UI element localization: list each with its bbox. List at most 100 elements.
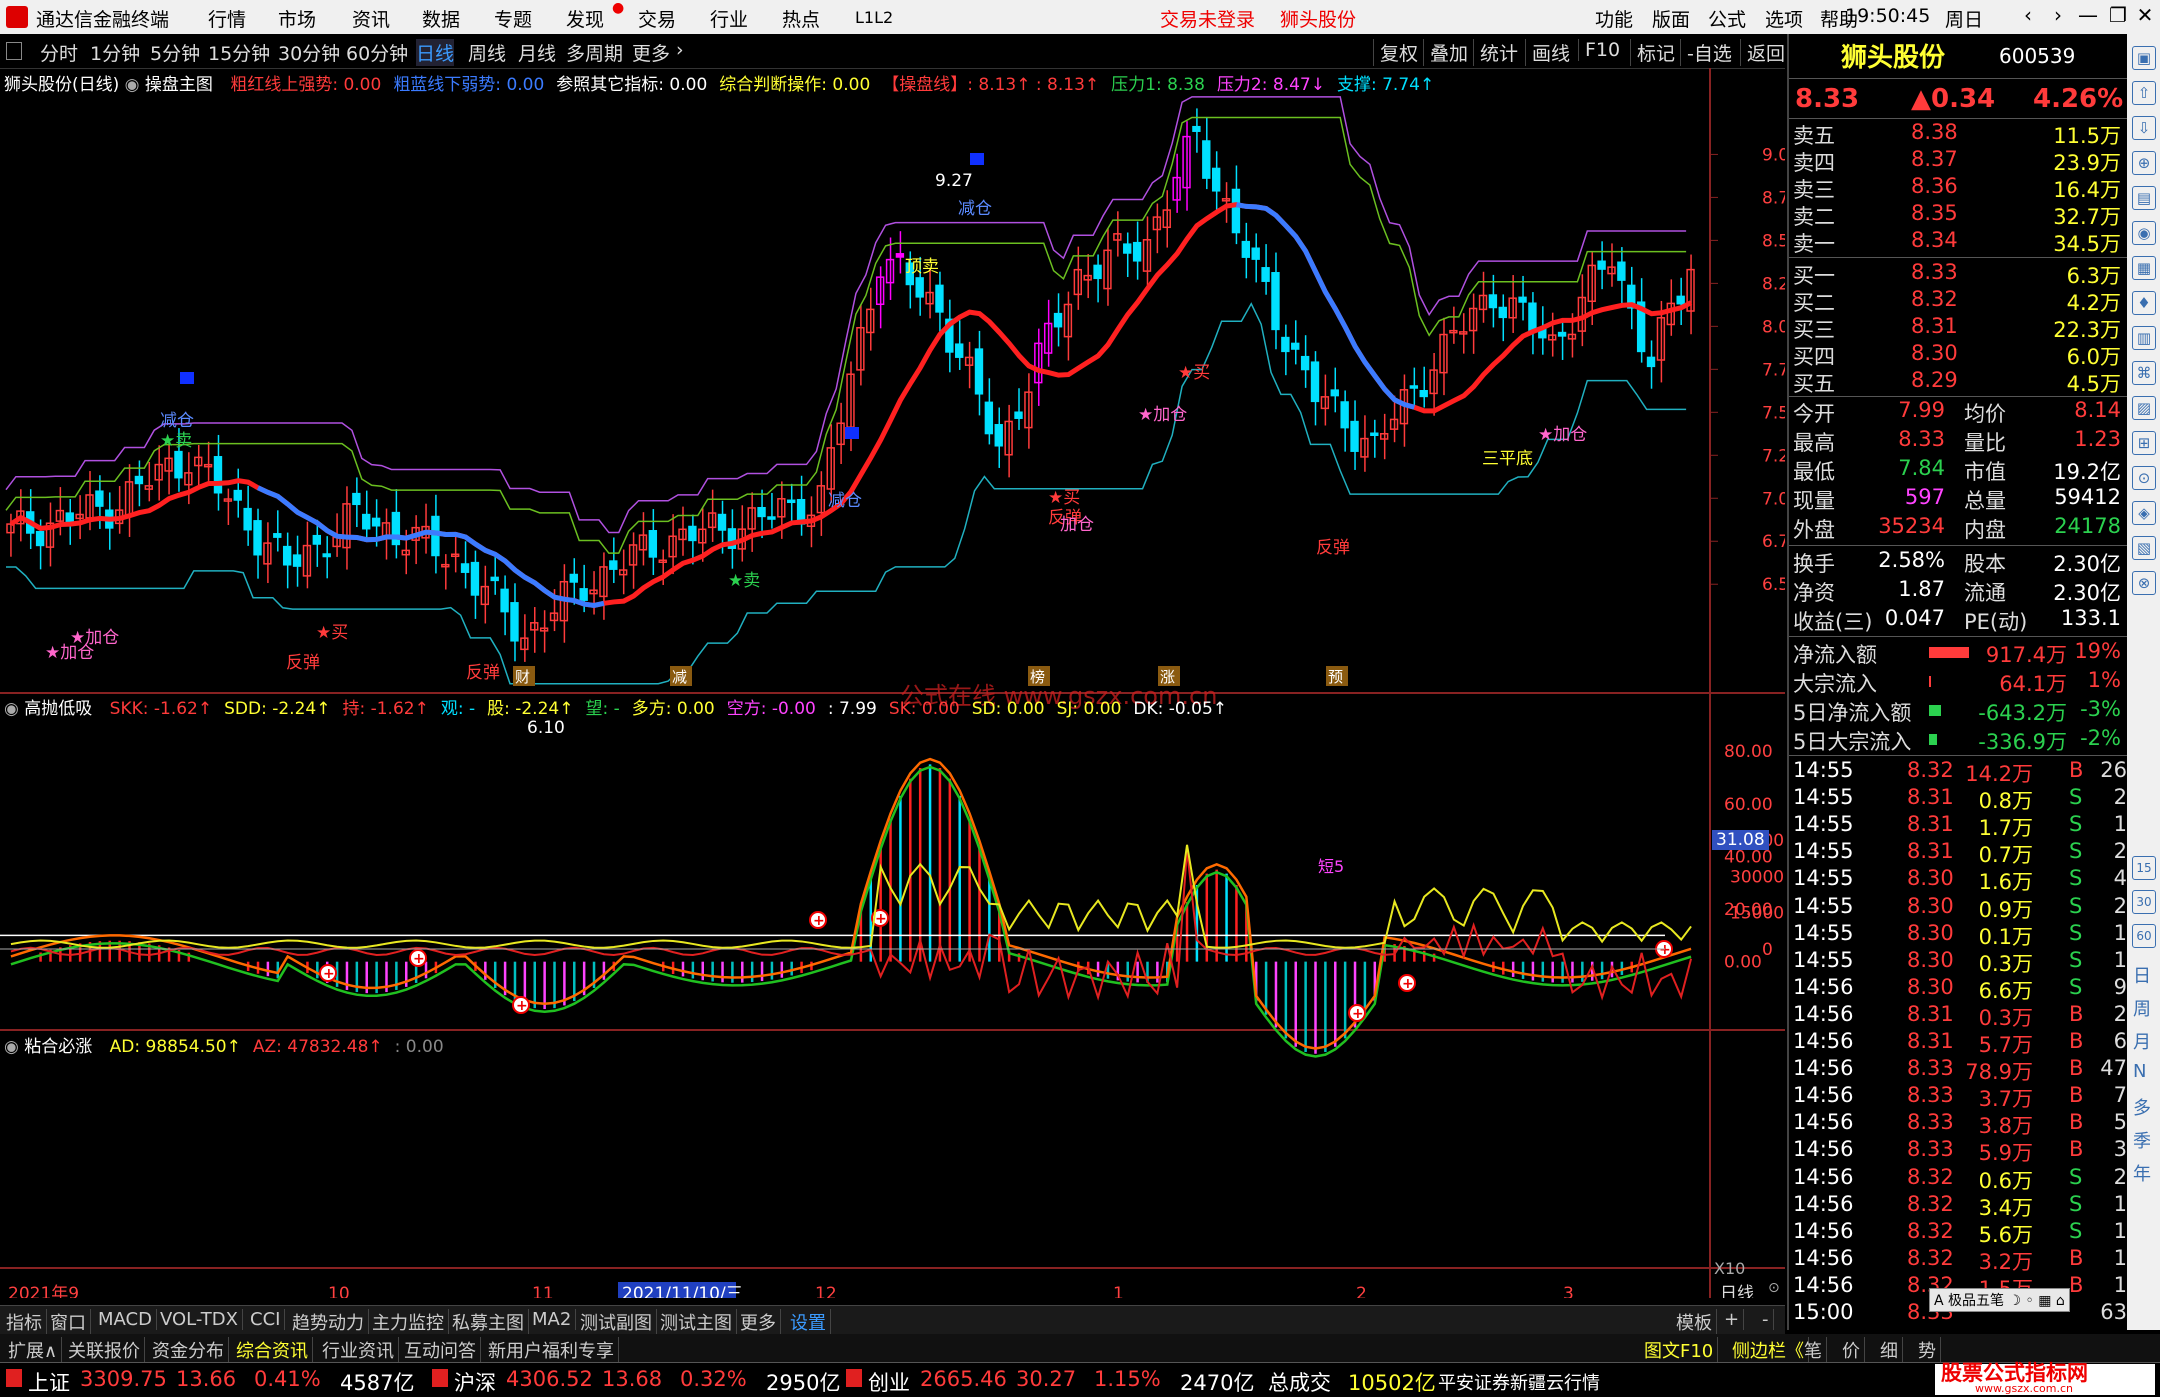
chart-area[interactable]: 9.00 8.75 8.50 8.25 8.00 7.75 7.50 7.25 7.00 6.75…: [0, 68, 1800, 1304]
close-icon[interactable]: ✕: [2130, 3, 2160, 31]
indicator-dropdown-icon[interactable]: ◉: [4, 699, 24, 719]
period-1[interactable]: 1分钟: [90, 39, 140, 66]
menu-5[interactable]: 发现: [566, 5, 604, 32]
panel3-indicator-name[interactable]: 粘合必涨: [24, 1037, 92, 1057]
menu-8[interactable]: 热点: [782, 5, 820, 32]
indicator-tab-4[interactable]: CCI: [246, 1309, 286, 1330]
info-tab-right-5[interactable]: 势: [1914, 1337, 1941, 1363]
period-5[interactable]: 60分钟: [346, 39, 408, 66]
indicator-tab-10[interactable]: 测试主图: [656, 1309, 737, 1335]
menu-9[interactable]: L1L2: [855, 8, 893, 27]
forward-icon[interactable]: ›: [2043, 3, 2073, 31]
period-9[interactable]: 多周期: [566, 39, 623, 66]
indicator-tab-5[interactable]: 趋势动力: [288, 1309, 369, 1335]
chart-btn-3[interactable]: 画线: [1525, 39, 1570, 66]
period-6[interactable]: 日线: [416, 39, 455, 66]
side-period-5[interactable]: 季: [2133, 1127, 2151, 1153]
menu-6[interactable]: 交易: [638, 5, 676, 32]
period-2[interactable]: 5分钟: [150, 39, 200, 66]
indicator-tab-9[interactable]: 测试副图: [576, 1309, 657, 1335]
side-15-icon[interactable]: 15: [2132, 856, 2156, 880]
period-10[interactable]: 更多: [632, 39, 670, 66]
panel-toggle-icon[interactable]: [6, 42, 22, 60]
menu-7[interactable]: 行业: [710, 5, 748, 32]
side-period-2[interactable]: 月: [2133, 1028, 2151, 1054]
period-7[interactable]: 周线: [468, 39, 506, 66]
info-tab-right-0[interactable]: 图文F10: [1640, 1337, 1719, 1363]
side-tool-icon[interactable]: ▥: [2132, 326, 2156, 350]
indicator-tab-7[interactable]: 私募主图: [448, 1309, 529, 1335]
side-tool-icon[interactable]: ⊞: [2132, 431, 2156, 455]
restore-icon[interactable]: ❐: [2103, 3, 2133, 31]
side-tool-icon[interactable]: ▨: [2132, 396, 2156, 420]
side-tool-icon[interactable]: ⊗: [2132, 571, 2156, 595]
indicator-tab-2[interactable]: MACD: [94, 1309, 157, 1330]
chart-btn-7[interactable]: 返回: [1740, 39, 1785, 66]
chart-canvas[interactable]: 9.00 8.75 8.50 8.25 8.00 7.75 7.50 7.25 7.00 6.75…: [0, 68, 1800, 1304]
indicator-tab-0[interactable]: 指标: [2, 1309, 47, 1335]
back-icon[interactable]: ‹: [2013, 3, 2043, 31]
side-tool-icon[interactable]: ⇩: [2132, 116, 2156, 140]
chart-btn-0[interactable]: 复权: [1373, 39, 1418, 66]
period-0[interactable]: 分时: [40, 39, 78, 66]
info-tab-right-4[interactable]: 细: [1876, 1337, 1903, 1363]
period-8[interactable]: 月线: [518, 39, 556, 66]
side-tool-icon[interactable]: ⇧: [2132, 81, 2156, 105]
menu-3[interactable]: 数据: [422, 5, 460, 32]
side-tool-icon[interactable]: ▦: [2132, 256, 2156, 280]
chart-btn-5[interactable]: 标记: [1630, 39, 1675, 66]
period-4[interactable]: 30分钟: [278, 39, 340, 66]
info-tab-right-1[interactable]: 侧边栏《: [1728, 1337, 1809, 1363]
menu-1[interactable]: 市场: [278, 5, 316, 32]
side-period-4[interactable]: 多: [2133, 1094, 2151, 1120]
tab-right-2[interactable]: -: [1758, 1309, 1774, 1330]
tab-right-0[interactable]: 模板: [1672, 1309, 1717, 1335]
info-tab-2[interactable]: 资金分布: [148, 1337, 229, 1363]
indicator-tab-8[interactable]: MA2: [528, 1309, 577, 1330]
menu-2[interactable]: 资讯: [352, 5, 390, 32]
chart-btn-6[interactable]: -自选: [1680, 39, 1732, 66]
right-menu-3[interactable]: 选项: [1765, 5, 1803, 32]
chart-btn-4[interactable]: F10: [1578, 39, 1620, 61]
indicator-tab-11[interactable]: 更多: [736, 1309, 781, 1335]
info-tab-4[interactable]: 行业资讯: [318, 1337, 399, 1363]
panel2-indicator-name[interactable]: 高抛低吸: [24, 699, 92, 719]
side-tool-icon[interactable]: ▣: [2132, 46, 2156, 70]
side-period-1[interactable]: 周: [2133, 995, 2151, 1021]
menu-4[interactable]: 专题: [494, 5, 532, 32]
side-period-0[interactable]: 日: [2133, 962, 2151, 988]
indicator-tab-6[interactable]: 主力监控: [368, 1309, 449, 1335]
indicator-tab-1[interactable]: 窗口: [46, 1309, 91, 1335]
stock-link[interactable]: 狮头股份: [1280, 5, 1356, 32]
info-tab-0[interactable]: 扩展∧: [4, 1337, 63, 1363]
indicator-dropdown-icon[interactable]: ◉: [125, 75, 145, 95]
side-tool-icon[interactable]: ⊕: [2132, 151, 2156, 175]
side-tool-icon[interactable]: ♦: [2132, 291, 2156, 315]
side-period-3[interactable]: N: [2133, 1061, 2146, 1082]
side-tool-icon[interactable]: ⌘: [2132, 361, 2156, 385]
minimize-icon[interactable]: —: [2073, 3, 2103, 31]
period-3[interactable]: 15分钟: [208, 39, 270, 66]
trade-login-status[interactable]: 交易未登录: [1160, 5, 1255, 32]
indicator-dropdown-icon[interactable]: ◉: [4, 1037, 24, 1057]
info-tab-right-2[interactable]: 笔: [1800, 1337, 1827, 1363]
info-tab-6[interactable]: 新用户福利专享: [484, 1337, 619, 1363]
menu-0[interactable]: 行情: [208, 5, 246, 32]
right-menu-1[interactable]: 版面: [1652, 5, 1690, 32]
right-menu-2[interactable]: 公式: [1708, 5, 1746, 32]
side-tool-icon[interactable]: ⊙: [2132, 466, 2156, 490]
side-30-icon[interactable]: 30: [2132, 890, 2156, 914]
info-tab-1[interactable]: 关联报价: [64, 1337, 145, 1363]
chart-btn-1[interactable]: 叠加: [1423, 39, 1468, 66]
info-tab-5[interactable]: 互动问答: [400, 1337, 481, 1363]
right-menu-0[interactable]: 功能: [1595, 5, 1633, 32]
more-chevron-icon[interactable]: ›: [676, 39, 684, 61]
side-tool-icon[interactable]: ◉: [2132, 221, 2156, 245]
side-tool-icon[interactable]: ▤: [2132, 186, 2156, 210]
indicator-tab-3[interactable]: VOL-TDX: [156, 1309, 243, 1330]
chart-btn-2[interactable]: 统计: [1473, 39, 1518, 66]
info-tab-3[interactable]: 综合资讯: [232, 1337, 313, 1363]
indicator-tab-12[interactable]: 设置: [786, 1309, 831, 1335]
side-60-icon[interactable]: 60: [2132, 924, 2156, 948]
side-tool-icon[interactable]: ▧: [2132, 536, 2156, 560]
